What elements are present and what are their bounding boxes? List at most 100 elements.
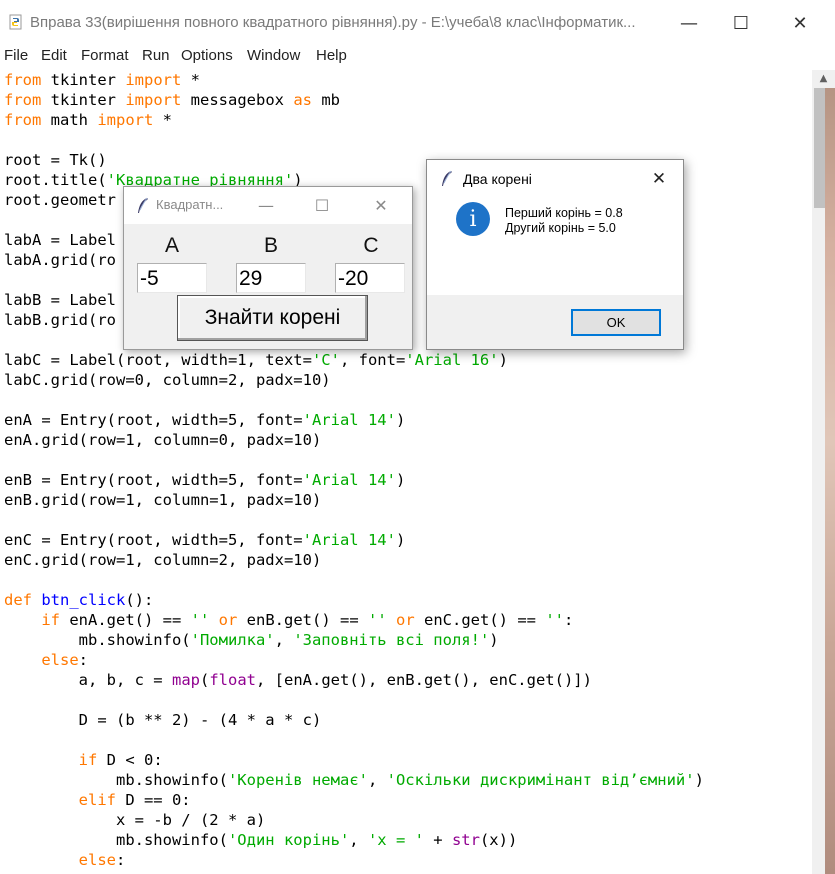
tk-minimize-button[interactable]: — (246, 187, 286, 224)
tk-app-window: Квадратн... — ☐ ✕ A B C -5 29 -20 Знайти… (123, 186, 413, 350)
code-line: elif D == 0: (4, 790, 191, 810)
ok-button[interactable]: OK (571, 309, 661, 336)
code-token: labA.grid(ro (4, 251, 116, 269)
code-line: if D < 0: (4, 750, 163, 770)
code-token: 'Arial 14' (302, 471, 396, 489)
code-token: elif (78, 791, 116, 809)
code-line: else: (4, 850, 126, 870)
code-token: 'Помилка' (190, 631, 275, 649)
code-line: labC.grid(row=0, column=2, padx=10) (4, 370, 331, 390)
messagebox-title: Два корені (463, 171, 532, 187)
code-token: labC.grid(row=0, column=2, padx=10) (4, 371, 331, 389)
menu-edit[interactable]: Edit (41, 47, 67, 64)
code-token: 'Заповніть всі поля!' (293, 631, 490, 649)
code-line: enA.grid(row=1, column=0, padx=10) (4, 430, 321, 450)
code-token: 'Arial 14' (302, 411, 396, 429)
code-token: enB.grid(row=1, column=1, padx=10) (4, 491, 322, 509)
code-token: def (4, 591, 32, 609)
code-token: tkinter (41, 91, 126, 109)
code-token: tkinter (41, 71, 126, 89)
code-token: 'Оскільки дискримінант від’ємний' (386, 771, 695, 789)
code-token: D == 0: (115, 791, 191, 809)
code-token: labB = Label (4, 291, 116, 309)
code-token: ) (498, 351, 508, 369)
find-roots-button[interactable]: Знайти корені (177, 295, 368, 341)
code-token: 'Arial 16' (405, 351, 499, 369)
code-token: import (125, 71, 182, 89)
code-token: '' (190, 611, 210, 629)
code-line: mb.showinfo('Помилка', 'Заповніть всі по… (4, 630, 499, 650)
menu-bar: File Edit Format Run Options Window Help (0, 46, 835, 68)
code-token: ) (395, 411, 406, 429)
code-line: enB.grid(row=1, column=1, padx=10) (4, 490, 321, 510)
code-token: D = (b ** 2) - (4 * a * c) (4, 711, 322, 729)
code-token: import (97, 111, 154, 129)
code-line: root = Tk() (4, 150, 107, 170)
menu-run[interactable]: Run (142, 47, 170, 64)
code-token: mb.showinfo( (4, 831, 228, 849)
tk-feather-icon (138, 197, 148, 213)
label-a: A (164, 234, 179, 257)
code-line: labC = Label(root, width=1, text='C', fo… (4, 350, 508, 370)
code-token: root.title( (4, 171, 107, 189)
messagebox-title-bar[interactable]: Два корені ✕ (427, 160, 683, 198)
entry-c[interactable]: -20 (335, 263, 405, 293)
menu-help[interactable]: Help (316, 47, 347, 64)
code-token: root.geometr (4, 191, 116, 209)
code-token: mb.showinfo( (4, 771, 228, 789)
code-token: enC.grid(row=1, column=2, padx=10) (4, 551, 322, 569)
code-line: x = -b / (2 * a) (4, 810, 265, 830)
title-bar[interactable]: Вправа 33(вирішення повного квадратного … (0, 0, 835, 46)
code-token: enA = Entry(root, width=5, font= (4, 411, 303, 429)
tk-maximize-button[interactable]: ☐ (302, 187, 342, 224)
code-token: 'Коренів немає' (227, 771, 368, 789)
code-token: labA = Label (4, 231, 116, 249)
code-line: enC = Entry(root, width=5, font='Arial 1… (4, 530, 405, 550)
code-token: enB.get() == (237, 611, 368, 629)
tk-window-title: Квадратн... (156, 197, 224, 212)
message-line-1: Перший корінь = 0.8 (505, 206, 623, 220)
tk-title-bar[interactable]: Квадратн... — ☐ ✕ (124, 187, 412, 224)
menu-format[interactable]: Format (81, 47, 129, 64)
minimize-button[interactable]: — (660, 0, 718, 46)
code-token: enA.get() == (60, 611, 191, 629)
tk-close-button[interactable]: ✕ (361, 187, 401, 224)
messagebox-close-button[interactable]: ✕ (639, 160, 679, 198)
entry-b[interactable]: 29 (236, 263, 306, 293)
code-token: 'C' (311, 351, 340, 369)
code-token: : (115, 851, 126, 869)
menu-options[interactable]: Options (181, 47, 233, 64)
menu-file[interactable]: File (4, 47, 28, 64)
messagebox-feather-icon (442, 170, 452, 186)
code-token: labB.grid(ro (4, 311, 116, 329)
code-token: from (4, 91, 42, 109)
code-token: , (274, 631, 294, 649)
label-b: B (263, 234, 278, 257)
code-line: root.geometr (4, 190, 116, 210)
code-token: or (396, 611, 415, 629)
code-token: (): (125, 591, 154, 609)
menu-window[interactable]: Window (247, 47, 300, 64)
code-token: , (367, 771, 387, 789)
code-token: (x)) (479, 831, 518, 849)
code-token: float (209, 671, 256, 689)
message-line-2: Другий корінь = 5.0 (505, 221, 616, 235)
code-token: + (423, 831, 452, 849)
code-token: from (4, 71, 42, 89)
code-line: from tkinter import * (4, 70, 200, 90)
entry-a[interactable]: -5 (137, 263, 207, 293)
code-token: mb (311, 91, 340, 109)
close-button[interactable]: ✕ (771, 0, 829, 46)
code-token: messagebox (181, 91, 294, 109)
code-token: ( (199, 671, 210, 689)
code-token: labC = Label(root, width=1, text= (4, 351, 312, 369)
code-token: import (125, 91, 182, 109)
maximize-button[interactable]: ☐ (712, 0, 770, 46)
scroll-up-arrow-icon[interactable]: ▲ (812, 70, 835, 87)
code-line: enA = Entry(root, width=5, font='Arial 1… (4, 410, 405, 430)
code-line: mb.showinfo('Коренів немає', 'Оскільки д… (4, 770, 704, 790)
